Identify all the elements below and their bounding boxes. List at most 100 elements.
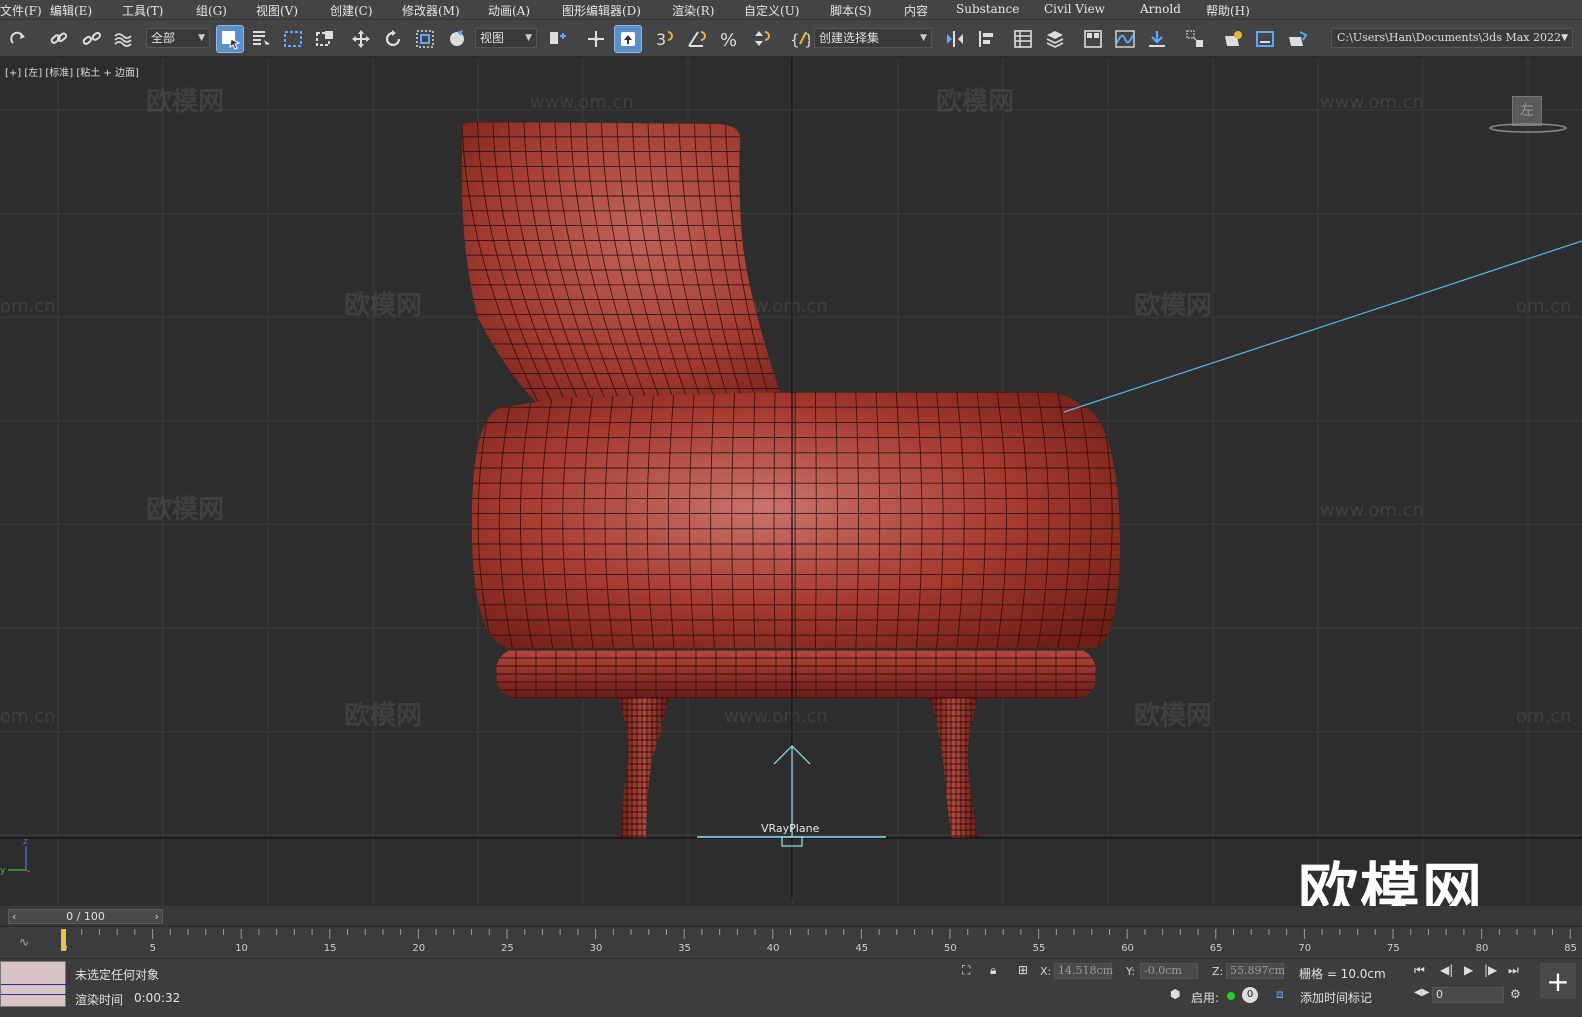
schematic-view-icon[interactable] <box>1144 26 1170 52</box>
rotate-icon[interactable] <box>380 26 406 52</box>
menu-item-14[interactable]: Civil View <box>1044 2 1105 16</box>
menu-item-0[interactable]: 文件(F) <box>0 2 42 19</box>
timeline-tick-label: 5 <box>150 943 156 954</box>
viewport-canvas: 欧模网 www.om.cn 欧模网 www.om.cn om.cn 欧模网 www.om.c… <box>0 58 1582 906</box>
timeline-tick-label: 45 <box>855 943 868 954</box>
redo-icon[interactable] <box>6 26 32 52</box>
spinner-snap-icon[interactable] <box>748 26 774 52</box>
menu-item-7[interactable]: 动画(A) <box>488 2 530 19</box>
time-config-icon[interactable]: ⚙ <box>1510 987 1521 1001</box>
selection-filter-dropdown[interactable]: 全部 ▼ <box>146 28 210 48</box>
absolute-mode-icon[interactable]: ⊞ <box>1018 963 1028 977</box>
adaptive-degradation-icon[interactable]: ⬢ <box>1170 987 1180 1001</box>
pivot-center-icon[interactable] <box>544 26 570 52</box>
render-setup-icon[interactable] <box>1220 26 1246 52</box>
timeline-current-frame-marker <box>61 929 66 951</box>
align-icon[interactable] <box>974 26 1000 52</box>
chevron-left-icon[interactable]: ‹ <box>12 910 16 923</box>
window-crossing-icon[interactable] <box>312 26 338 52</box>
scale-icon[interactable] <box>412 26 438 52</box>
y-coord-field[interactable]: -0.0cm <box>1140 963 1198 979</box>
left-viewport[interactable]: 欧模网 www.om.cn 欧模网 www.om.cn om.cn 欧模网 www.om.c… <box>0 58 1582 906</box>
timeline-tick-label: 80 <box>1476 943 1489 954</box>
current-frame-input[interactable]: 0 <box>1432 987 1504 1003</box>
percent-snap-icon[interactable]: % <box>716 26 742 52</box>
menu-item-6[interactable]: 修改器(M) <box>402 2 460 19</box>
menu-item-10[interactable]: 自定义(U) <box>744 2 799 19</box>
selection-filter-value: 全部 <box>151 31 176 45</box>
menu-item-16[interactable]: 帮助(H) <box>1206 2 1250 19</box>
green-status-dot <box>1227 992 1235 1000</box>
rect-selection-region-icon[interactable] <box>280 26 306 52</box>
menu-item-13[interactable]: Substance <box>956 2 1019 16</box>
render-production-icon[interactable] <box>1284 26 1310 52</box>
timeline-tick-label: 65 <box>1210 943 1223 954</box>
layer-explorer-icon[interactable] <box>1042 26 1068 52</box>
menu-item-3[interactable]: 组(G) <box>196 2 227 19</box>
timeline-tick-label: 30 <box>590 943 603 954</box>
y-label: Y: <box>1126 965 1135 978</box>
go-to-end-icon[interactable]: ⏭ <box>1508 963 1519 978</box>
project-path-value: C:\Users\Han\Documents\3ds Max 2022 <box>1337 31 1561 44</box>
snaps-toggle-icon[interactable]: 3 <box>651 26 677 52</box>
maxscript-listener-mini[interactable] <box>0 961 67 1007</box>
material-editor-icon[interactable] <box>1182 26 1208 52</box>
viewcube[interactable]: 左 <box>1488 94 1570 136</box>
track-bar[interactable]: ∿ 0510152025303540455055606570758085 <box>0 926 1582 958</box>
select-object-icon[interactable] <box>216 25 244 53</box>
menu-item-8[interactable]: 图形编辑器(D) <box>562 2 641 19</box>
next-frame-icon[interactable]: |▶ <box>1484 963 1497 977</box>
timeline-tick-label: 85 <box>1564 943 1577 954</box>
project-path-dropdown[interactable]: C:\Users\Han\Documents\3ds Max 2022 ▼ <box>1331 28 1573 48</box>
isolate-selection-icon[interactable]: ⛶ <box>962 963 970 978</box>
previous-frame-icon[interactable]: ◀| <box>1440 963 1453 977</box>
go-to-start-icon[interactable]: ⏮ <box>1414 963 1425 978</box>
timeline-tick-label: 35 <box>678 943 691 954</box>
enable-count-badge[interactable]: 0 <box>1242 987 1258 1003</box>
svg-text:{ }: { } <box>790 31 810 49</box>
curve-editor-icon[interactable] <box>1112 26 1138 52</box>
angle-snap-icon[interactable] <box>684 26 710 52</box>
plus-icon[interactable]: + <box>1540 963 1576 999</box>
z-coord-field[interactable]: 55.897cm <box>1226 963 1285 979</box>
mirror-icon[interactable] <box>942 26 968 52</box>
select-by-name-icon[interactable] <box>248 26 274 52</box>
time-slider[interactable]: ‹ 0 / 100 › <box>0 906 1582 926</box>
menu-item-15[interactable]: Arnold <box>1140 2 1181 16</box>
timeline-tick-label: 15 <box>324 943 337 954</box>
place-icon[interactable] <box>444 26 470 52</box>
edit-named-selection-icon[interactable]: { } <box>786 26 812 52</box>
menu-item-1[interactable]: 编辑(E) <box>50 2 92 19</box>
keyboard-shortcut-override-icon[interactable] <box>614 25 642 53</box>
menu-item-5[interactable]: 创建(C) <box>330 2 373 19</box>
named-selection-dropdown[interactable]: 创建选择集 ▼ <box>814 28 932 48</box>
play-icon[interactable]: ▶ <box>1464 963 1473 977</box>
select-manipulate-icon[interactable] <box>583 26 609 52</box>
menu-item-9[interactable]: 渲染(R) <box>672 2 714 19</box>
add-time-tag-label[interactable]: 添加时间标记 <box>1300 989 1372 1006</box>
rendered-frame-window-icon[interactable] <box>1252 26 1278 52</box>
move-icon[interactable] <box>348 26 374 52</box>
unlink-icon[interactable] <box>78 26 104 52</box>
selection-lock-icon[interactable]: 🔒︎ <box>990 963 996 978</box>
watermark-text: www.om.cn <box>724 706 828 727</box>
viewport-label[interactable]: [+] [左] [标准] [粘土 + 边面] <box>5 64 139 79</box>
add-time-tag-icon[interactable]: ⧈ <box>1276 987 1284 1002</box>
menu-item-4[interactable]: 视图(V) <box>256 2 298 19</box>
time-slider-thumb[interactable]: ‹ 0 / 100 › <box>8 909 163 924</box>
link-icon[interactable] <box>46 26 72 52</box>
scene-explorer-icon[interactable] <box>1010 26 1036 52</box>
x-coord-field[interactable]: 14.518cm <box>1054 963 1113 979</box>
menu-item-11[interactable]: 脚本(S) <box>830 2 872 19</box>
timeline-tick-label: 55 <box>1033 943 1046 954</box>
chevron-right-icon[interactable]: › <box>155 910 159 923</box>
reference-coord-dropdown[interactable]: 视图 ▼ <box>475 28 537 48</box>
menu-item-2[interactable]: 工具(T) <box>122 2 163 19</box>
bind-spacewarp-icon[interactable] <box>110 26 136 52</box>
menu-item-12[interactable]: 内容 <box>904 2 928 19</box>
svg-text:%: % <box>720 30 737 50</box>
frame-display: 0 / 100 <box>66 910 105 923</box>
key-mode-icon[interactable]: ◀▶ <box>1414 987 1429 998</box>
z-label: Z: <box>1212 965 1224 978</box>
toggle-ribbon-icon[interactable] <box>1080 26 1106 52</box>
